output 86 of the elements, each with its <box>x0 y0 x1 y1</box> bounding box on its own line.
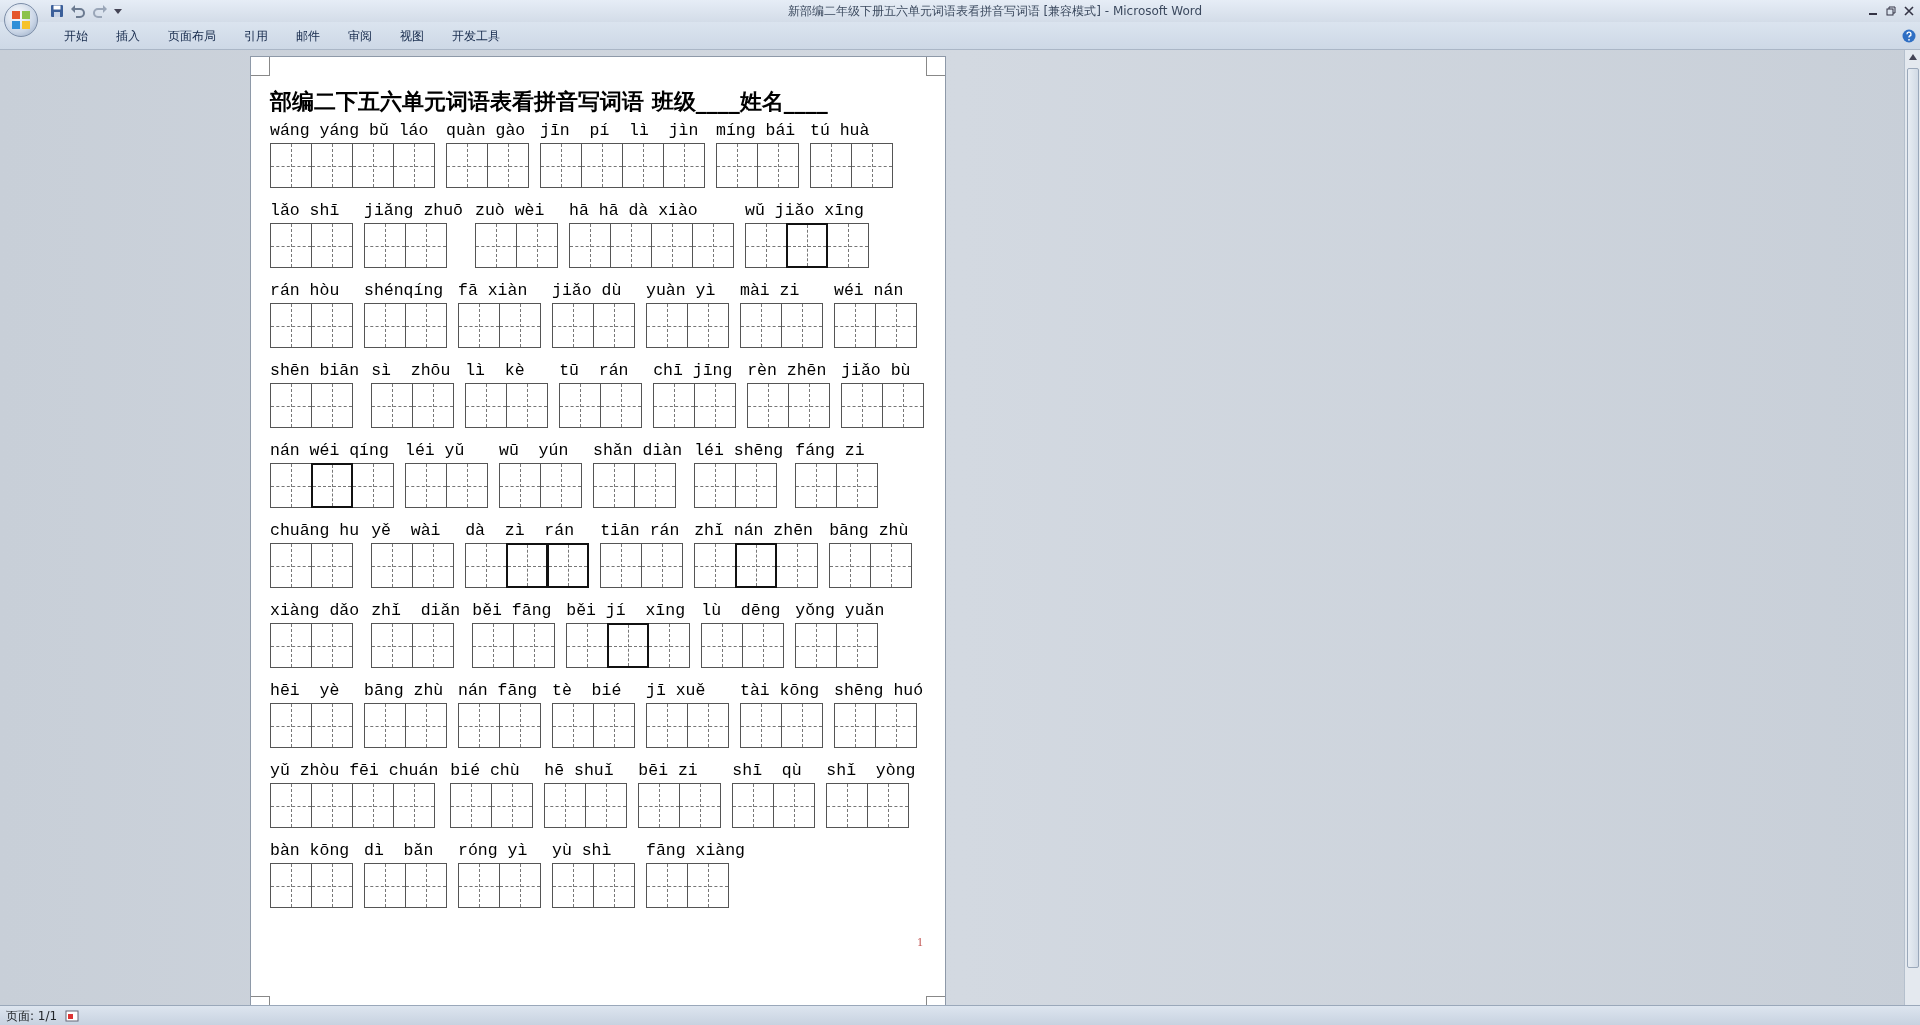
pinyin-text: quàn gào <box>446 120 527 142</box>
pinyin-text: tiān rán <box>600 520 681 542</box>
pinyin-text: zhǐ nán zhēn <box>694 520 814 542</box>
pinyin-text: tū rán <box>559 360 630 382</box>
ribbon-tab[interactable]: 页面布局 <box>154 26 230 45</box>
pinyin-text: chī jīng <box>653 360 734 382</box>
pinyin-text: tè bié <box>552 680 623 702</box>
pinyin-text: nán fāng <box>458 680 539 702</box>
crop-mark <box>926 57 945 76</box>
pinyin-text: bāng zhù <box>829 520 910 542</box>
pinyin-text: zuò wèi <box>475 200 546 222</box>
dropdown-arrow-icon[interactable] <box>114 7 122 15</box>
ribbon-tab[interactable]: 视图 <box>386 26 438 45</box>
pinyin-text: rán hòu <box>270 280 341 302</box>
pinyin-text: hē shuǐ <box>544 760 615 782</box>
pinyin-text: wū yún <box>499 440 570 462</box>
pinyin-text: tú huà <box>810 120 871 142</box>
ribbon-tab[interactable]: 引用 <box>230 26 282 45</box>
scroll-thumb[interactable] <box>1906 68 1919 968</box>
pinyin-text: jī xuě <box>646 680 707 702</box>
pinyin-text: mài zi <box>740 280 801 302</box>
ribbon-tab[interactable]: 审阅 <box>334 26 386 45</box>
pinyin-text: běi fāng <box>472 600 553 622</box>
pinyin-text: bēi zi <box>638 760 699 782</box>
vertical-scrollbar[interactable] <box>1904 50 1920 1005</box>
pinyin-text: wéi nán <box>834 280 905 302</box>
pinyin-text: lù dēng <box>701 600 782 622</box>
window-title: 新部编二年级下册五六单元词语表看拼音写词语 [兼容模式] - Microsoft Word <box>786 3 1204 20</box>
pinyin-text: shēn biān <box>270 360 360 382</box>
pinyin-text: róng yì <box>458 840 529 862</box>
save-icon[interactable] <box>50 4 64 18</box>
pinyin-text: wáng yáng bǔ láo <box>270 120 430 142</box>
pinyin-text: jiǎo bù <box>841 360 912 382</box>
pinyin-text: jiǎng zhuō <box>364 200 464 222</box>
pinyin-text: yuàn yì <box>646 280 717 302</box>
pinyin-text: wǔ jiǎo xīng <box>745 200 865 222</box>
pinyin-text: dà zì rán <box>465 520 576 542</box>
pinyin-text: tài kōng <box>740 680 821 702</box>
pinyin-text: shēng huó <box>834 680 924 702</box>
ribbon-tab[interactable]: 开始 <box>50 26 102 45</box>
office-button[interactable] <box>4 3 38 37</box>
scroll-up-arrow-icon[interactable] <box>1908 54 1917 60</box>
pinyin-text: bàn kōng <box>270 840 351 862</box>
pinyin-text: xiàng dǎo <box>270 600 360 622</box>
pinyin-text: hā hā dà xiào <box>569 200 699 222</box>
pinyin-text: rèn zhēn <box>747 360 828 382</box>
pinyin-text: léi yǔ <box>405 440 466 462</box>
pinyin-text: jīn pí lì jìn <box>540 120 700 142</box>
pinyin-text: dì bǎn <box>364 840 435 862</box>
help-icon[interactable] <box>1902 28 1916 43</box>
pinyin-text: yě wài <box>371 520 442 542</box>
pinyin-text: shī qù <box>732 760 803 782</box>
pinyin-text: yǒng yuǎn <box>795 600 885 622</box>
pinyin-text: fáng zi <box>795 440 866 462</box>
pinyin-text: yù shì <box>552 840 613 862</box>
document-title: 部编二下五六单元词语表看拼音写词语 班级____姓名____ <box>270 87 829 116</box>
ribbon-tab[interactable]: 邮件 <box>282 26 334 45</box>
pinyin-text: zhǐ diǎn <box>371 600 461 622</box>
pinyin-text: shǎn diàn <box>593 440 683 462</box>
pinyin-text: yǔ zhòu fēi chuán <box>270 760 439 782</box>
pinyin-text: míng bái <box>716 120 797 142</box>
pinyin-text: bāng zhù <box>364 680 445 702</box>
pinyin-text: fā xiàn <box>458 280 529 302</box>
document-icon[interactable] <box>65 1009 80 1022</box>
pinyin-text: běi jí xīng <box>566 600 687 622</box>
pinyin-text: jiǎo dù <box>552 280 623 302</box>
pinyin-text: léi shēng <box>694 440 784 462</box>
pinyin-text: bié chù <box>450 760 521 782</box>
ribbon-tab[interactable]: 开发工具 <box>438 26 514 45</box>
pinyin-text: sì zhōu <box>371 360 452 382</box>
office-logo-icon <box>11 10 31 30</box>
pinyin-text: chuāng hu <box>270 520 360 542</box>
restore-icon[interactable] <box>1886 6 1896 16</box>
pinyin-text: fāng xiàng <box>646 840 746 862</box>
page-number: 1 <box>917 934 923 951</box>
pinyin-text: lì kè <box>465 360 526 382</box>
crop-mark <box>251 57 270 76</box>
undo-icon[interactable] <box>70 4 86 18</box>
pinyin-text: shénqíng <box>364 280 445 302</box>
page-count[interactable]: 页面: 1/1 <box>6 1006 58 1025</box>
ribbon-tab[interactable]: 插入 <box>102 26 154 45</box>
pinyin-text: lǎo shī <box>270 200 341 222</box>
pinyin-text: shǐ yòng <box>826 760 916 782</box>
close-icon[interactable] <box>1904 6 1914 16</box>
pinyin-text: hēi yè <box>270 680 341 702</box>
pinyin-text: nán wéi qíng <box>270 440 390 462</box>
